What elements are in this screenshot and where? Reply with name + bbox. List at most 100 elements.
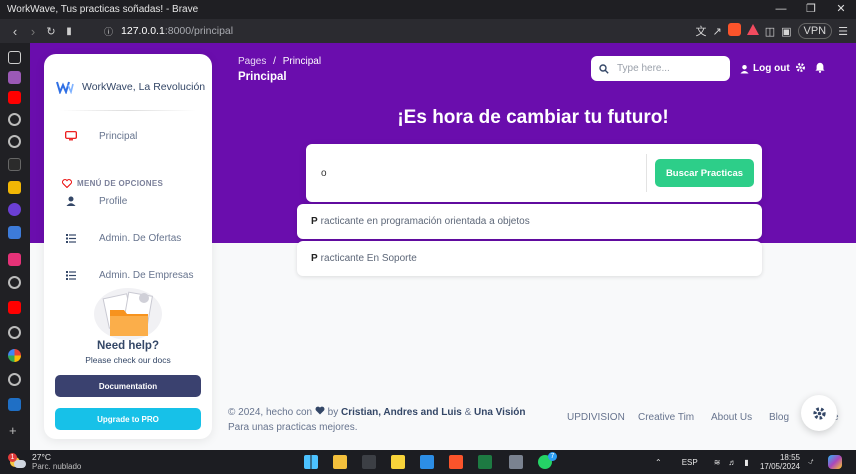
suggestion-text: racticante En Soporte <box>320 253 417 264</box>
sidebar-app-icon[interactable] <box>8 253 21 266</box>
system-tray: ⌃ ESP ≋ ♬ ▮ <box>655 450 749 474</box>
browser-titlebar: WorkWave, Tus practicas soñadas! - Brave… <box>0 0 856 19</box>
close-icon[interactable]: ✕ <box>826 0 856 19</box>
heart-icon <box>62 179 72 188</box>
suggestion-item[interactable]: P racticante En Soporte <box>297 241 762 276</box>
user-icon <box>54 196 88 206</box>
translate-icon[interactable]: 文 <box>695 23 706 39</box>
youtube-icon[interactable] <box>8 301 21 314</box>
help-title: Need help? <box>97 340 159 352</box>
sidebar-item-principal[interactable]: Principal <box>54 124 202 148</box>
sidebar-toggle-icon[interactable]: ◫ <box>765 25 775 38</box>
clock-date: 17/05/2024 <box>759 462 800 471</box>
app-sidebar: WorkWave, La Revolución Principal MENÚ D… <box>44 54 212 439</box>
folder-illustration-icon <box>94 288 162 340</box>
brave-rewards-icon[interactable] <box>746 24 759 38</box>
breadcrumb-separator: / <box>273 56 276 67</box>
help-subtitle: Please check our docs <box>85 355 171 365</box>
notifications-icon[interactable]: ⍻ <box>808 456 814 467</box>
menu-icon[interactable]: ☰ <box>838 25 848 38</box>
input-language[interactable]: ESP <box>682 458 698 467</box>
practice-search-input[interactable] <box>321 167 621 179</box>
buscar-practicas-button[interactable]: Buscar Practicas <box>655 159 754 187</box>
wifi-icon[interactable]: ≋ <box>714 458 721 467</box>
taskbar: 1 27°C Parc. nublado 7 ⌃ ESP ≋ ♬ ▮ 18:55… <box>0 450 856 474</box>
volume-icon[interactable]: ♬ <box>728 458 736 467</box>
share-icon[interactable]: ↗ <box>712 25 721 38</box>
weather-badge: 1 <box>8 452 17 462</box>
add-panel-icon[interactable]: + <box>9 423 17 438</box>
sidebar-app-icon[interactable] <box>8 113 21 126</box>
upgrade-pro-button[interactable]: Upgrade to PRO <box>55 408 201 430</box>
file-explorer-icon[interactable] <box>333 455 347 469</box>
gear-icon[interactable] <box>795 62 806 73</box>
sidebar-app-icon[interactable] <box>8 398 21 411</box>
wallet-icon[interactable]: ▣ <box>781 25 791 38</box>
footer-vision-link[interactable]: Una Visión <box>474 407 526 418</box>
user-icon <box>740 64 749 73</box>
footer-text: Para unas practicas mejores. <box>228 422 358 433</box>
documentation-button[interactable]: Documentation <box>55 375 201 397</box>
clock[interactable]: 18:55 17/05/2024 <box>758 453 800 471</box>
taskbar-app-icon[interactable] <box>391 455 405 469</box>
sidebar-panel-icon[interactable] <box>8 51 21 64</box>
footer-link-about-us[interactable]: About Us <box>711 412 752 423</box>
copilot-icon[interactable] <box>828 455 842 469</box>
logout-link[interactable]: Log out <box>740 63 790 74</box>
search-input[interactable] <box>617 63 717 74</box>
sidebar-app-icon[interactable] <box>8 326 21 339</box>
sidebar-app-icon[interactable] <box>8 71 21 84</box>
footer-link-creative-tim[interactable]: Creative Tim <box>638 412 694 423</box>
footer-link-blog[interactable]: Blog <box>769 412 789 423</box>
site-info-icon[interactable]: ⓘ <box>104 25 113 38</box>
brave-shields-icon[interactable] <box>727 23 741 39</box>
configurator-button[interactable] <box>801 395 837 431</box>
sidebar-app-icon[interactable] <box>8 203 21 216</box>
bell-icon[interactable] <box>815 62 825 73</box>
hero-heading: ¡Es hora de cambiar tu futuro! <box>397 107 669 128</box>
workwave-logo-icon <box>56 81 74 94</box>
sidebar-app-icon[interactable] <box>8 158 21 171</box>
brand[interactable]: WorkWave, La Revolución <box>56 80 205 94</box>
clock-time: 18:55 <box>779 453 800 462</box>
chevron-up-icon[interactable]: ⌃ <box>655 458 662 467</box>
sidebar-app-icon[interactable] <box>8 276 21 289</box>
minimize-icon[interactable]: — <box>766 0 796 19</box>
sidebar-app-icon[interactable] <box>8 135 21 148</box>
weather-icon: 1 <box>8 452 26 469</box>
sidebar-app-icon[interactable] <box>8 226 21 239</box>
brave-icon[interactable] <box>449 455 463 469</box>
breadcrumb-parent[interactable]: Pages <box>238 56 266 67</box>
calculator-icon[interactable] <box>509 455 523 469</box>
page: WorkWave, La Revolución Principal MENÚ D… <box>30 43 856 450</box>
gear-icon <box>812 406 826 420</box>
sidebar-item-ofertas[interactable]: Admin. De Ofertas <box>54 226 202 250</box>
weather-temp: 27°C <box>32 452 51 462</box>
taskbar-app-icon[interactable] <box>362 455 376 469</box>
battery-icon[interactable]: ▮ <box>744 458 748 467</box>
windows-start-icon[interactable] <box>304 455 318 469</box>
url-bar[interactable]: ⓘ 127.0.0.1:8000/principal <box>100 22 660 40</box>
vpn-button[interactable]: VPN <box>797 23 833 39</box>
section-title: MENÚ DE OPCIONES <box>62 179 163 188</box>
reload-icon[interactable]: ↻ <box>42 25 60 38</box>
google-icon[interactable] <box>8 349 21 362</box>
sidebar-app-icon[interactable] <box>8 373 21 386</box>
forward-icon[interactable]: › <box>24 24 42 39</box>
vscode-icon[interactable] <box>420 455 434 469</box>
weather-widget[interactable]: 1 27°C Parc. nublado <box>8 452 81 471</box>
monitor-icon <box>54 131 88 141</box>
excel-icon[interactable] <box>478 455 492 469</box>
bookmark-icon[interactable]: ▮ <box>60 26 78 37</box>
youtube-icon[interactable] <box>8 91 21 104</box>
footer-link-updivision[interactable]: UPDIVISION <box>567 412 625 423</box>
practice-search-field <box>314 154 647 192</box>
footer-authors-link[interactable]: Cristian, Andres and Luis <box>341 407 462 418</box>
sidebar-item-profile[interactable]: Profile <box>54 189 202 213</box>
sidebar-item-label: Profile <box>99 195 128 207</box>
breadcrumb-current: Principal <box>282 56 322 67</box>
maximize-icon[interactable]: ❐ <box>796 0 826 19</box>
back-icon[interactable]: ‹ <box>6 24 24 39</box>
suggestion-item[interactable]: P racticante en programación orientada a… <box>297 204 762 239</box>
sidebar-app-icon[interactable] <box>8 181 21 194</box>
